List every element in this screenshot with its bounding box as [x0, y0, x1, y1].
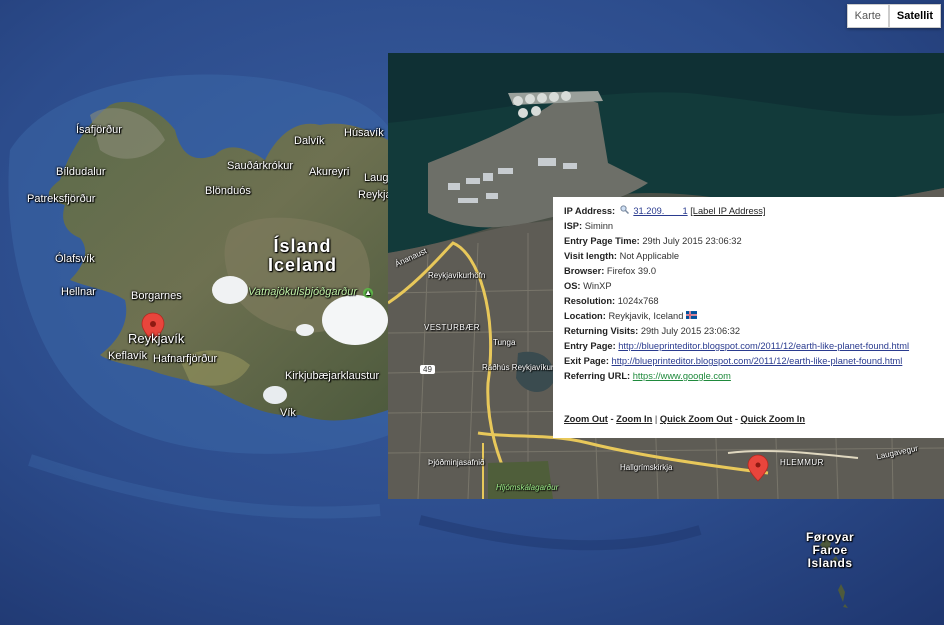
inset-label-reykjavikurhofn: Reykjavíkurhöfn — [428, 271, 486, 280]
os-row: OS: WinXP — [564, 279, 944, 294]
entry-time-label: Entry Page Time: — [564, 236, 640, 246]
inset-label-radhus: Ráðhús Reykjavíkur — [482, 363, 554, 372]
zoom-sep-2: | — [652, 414, 660, 424]
map-type-karte-button[interactable]: Karte — [846, 4, 889, 28]
map-label-reykj: Reykja — [358, 189, 392, 201]
map-label-kirkjubaejarklaustur: Kirkjubæjarklaustur — [285, 370, 380, 382]
map-label-olafsvik: Ólafsvík — [55, 253, 95, 265]
map-label-borgarnes: Borgarnes — [131, 290, 182, 302]
map-label-island-native: Ísland — [273, 236, 332, 256]
zoom-controls: Zoom Out - Zoom In | Quick Zoom Out - Qu… — [564, 414, 805, 424]
map-label-vik: Vík — [280, 407, 296, 419]
zoom-in-link[interactable]: Zoom In — [616, 414, 652, 424]
quick-zoom-out-link[interactable]: Quick Zoom Out — [660, 414, 732, 424]
isp-row: ISP: Siminn — [564, 219, 944, 234]
entry-page-row: Entry Page: http://blueprinteditor.blogs… — [564, 339, 944, 354]
map-label-keflavik: Keflavík — [108, 350, 148, 362]
map-label-blonduos: Blönduós — [205, 185, 251, 197]
map-label-vatnajokull: Vatnajökulsþjóðgarður ▲ — [248, 286, 374, 298]
map-label-isafjordur: Ísafjörður — [76, 124, 122, 136]
inset-label-vesturbaer: VESTURBÆR — [424, 323, 481, 332]
isp-value: Siminn — [584, 221, 614, 231]
os-value: WinXP — [583, 281, 612, 291]
map-label-saudarkrokur: Sauðárkrókur — [227, 160, 294, 172]
park-icon: ▲ — [363, 288, 374, 298]
os-label: OS: — [564, 281, 581, 291]
iceland-flag-icon — [685, 309, 697, 324]
browser-value: Firefox 39.0 — [606, 266, 656, 276]
resolution-value: 1024x768 — [617, 296, 659, 306]
inset-label-thjodminjasafnid: Þjóðminjasafnið — [428, 458, 485, 467]
map-label-reykjavik: Reykjavík — [128, 331, 185, 346]
entry-page-label: Entry Page: — [564, 341, 616, 351]
map-label-island-english: Iceland — [268, 255, 338, 275]
inset-label-hallgrimskirkja: Hallgrímskirkja — [620, 463, 673, 472]
magnifier-icon[interactable] — [620, 204, 629, 215]
returning-value: 29th July 2015 23:06:32 — [640, 326, 741, 336]
entry-page-link[interactable]: http://blueprinteditor.blogspot.com/2011… — [618, 341, 909, 351]
resolution-label: Resolution: — [564, 296, 616, 306]
inset-label-hlemmur: HLEMMUR — [780, 458, 824, 467]
exit-page-link[interactable]: http://blueprinteditor.blogspot.com/2011… — [612, 356, 903, 366]
map-label-faroe: Føroyar Faroe Islands — [806, 531, 854, 570]
ip-label: IP Address: — [564, 206, 616, 216]
map-label-hellnar: Hellnar — [61, 286, 96, 298]
map-type-satellit-button[interactable]: Satellit — [888, 4, 941, 28]
browser-label: Browser: — [564, 266, 605, 276]
exit-page-row: Exit Page: http://blueprinteditor.blogsp… — [564, 354, 944, 369]
inset-road-49-badge: 49 — [420, 365, 435, 374]
zoom-out-link[interactable]: Zoom Out — [564, 414, 608, 424]
label-ip-address-link[interactable]: [Label IP Address] — [690, 206, 765, 216]
map-label-hafnarfjordur: Hafnarfjörður — [153, 353, 218, 365]
ip-address-link[interactable]: 31.209. 1 — [633, 206, 687, 216]
exit-page-label: Exit Page: — [564, 356, 609, 366]
resolution-row: Resolution: 1024x768 — [564, 294, 944, 309]
isp-label: ISP: — [564, 221, 583, 231]
visit-length-row: Visit length: Not Applicable — [564, 249, 944, 264]
zoom-sep-3: - — [732, 414, 741, 424]
location-value: Reykjavik, Iceland — [608, 311, 684, 321]
map-label-akureyri: Akureyri — [309, 166, 350, 178]
referring-url-link[interactable]: https://www.google.com — [633, 371, 731, 381]
map-label-dalvik: Dalvík — [294, 135, 325, 147]
referring-row: Referring URL: https://www.google.com — [564, 369, 944, 384]
inset-label-tunga: Tunga — [493, 338, 516, 347]
map-type-control: Karte Satellit — [846, 4, 941, 28]
map-label-laug: Laug — [364, 172, 389, 184]
map-label-husavik: Húsavík — [344, 127, 384, 139]
visit-length-label: Visit length: — [564, 251, 618, 261]
visitor-info-panel: IP Address: 31.209. 1 [Label IP Address]… — [553, 197, 944, 438]
referring-label: Referring URL: — [564, 371, 631, 381]
ip-row: IP Address: 31.209. 1 [Label IP Address] — [564, 204, 944, 219]
returning-label: Returning Visits: — [564, 326, 639, 336]
entry-time-row: Entry Page Time: 29th July 2015 23:06:32 — [564, 234, 944, 249]
entry-time-value: 29th July 2015 23:06:32 — [642, 236, 742, 246]
browser-row: Browser: Firefox 39.0 — [564, 264, 944, 279]
map-label-vatnajokull-text: Vatnajökulsþjóðgarður — [248, 286, 358, 298]
location-row: Location: Reykjavik, Iceland — [564, 309, 944, 324]
returning-row: Returning Visits: 29th July 2015 23:06:3… — [564, 324, 944, 339]
map-label-bildudalur: Bíldudalur — [56, 166, 106, 178]
map-label-island: Ísland Iceland — [268, 237, 337, 275]
zoom-sep-1: - — [607, 414, 617, 424]
map-label-islands: Islands — [807, 556, 853, 570]
map-label-patreksfjordur: Patreksfjörður — [27, 193, 96, 205]
location-label: Location: — [564, 311, 606, 321]
inset-label-hljomskalagardur: Hljómskálagarður — [496, 483, 559, 492]
visit-length-value: Not Applicable — [619, 251, 680, 261]
quick-zoom-in-link[interactable]: Quick Zoom In — [741, 414, 806, 424]
